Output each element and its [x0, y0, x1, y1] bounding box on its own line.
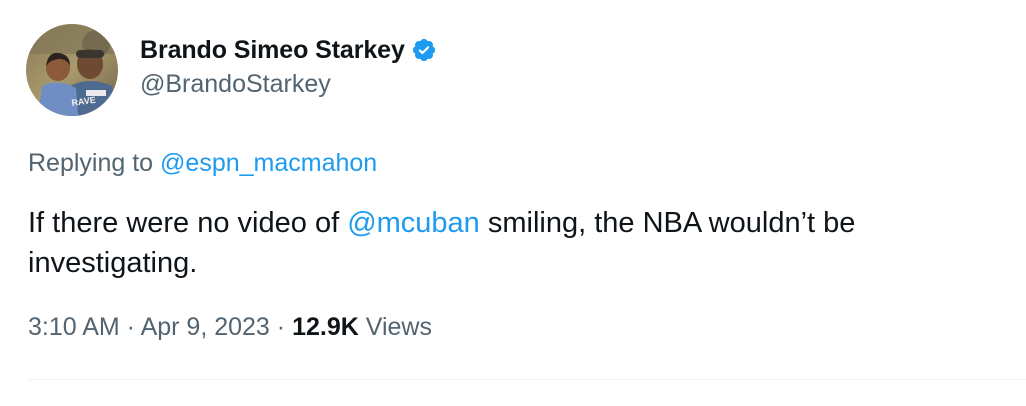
- tweet-meta: 3:10 AM · Apr 9, 2023 · 12.9K Views: [28, 313, 432, 342]
- mention-link[interactable]: @mcuban: [347, 207, 480, 239]
- display-name[interactable]: Brando Simeo Starkey: [140, 36, 405, 65]
- tweet-time-link[interactable]: 3:10 AM: [28, 313, 120, 341]
- author-names: Brando Simeo Starkey @BrandoStarkey: [140, 34, 437, 99]
- tweet-card: RAVE Brando Simeo Starkey @BrandoStarkey…: [0, 0, 1026, 406]
- replying-to-line: Replying to @espn_macmahon: [28, 149, 377, 178]
- display-name-row: Brando Simeo Starkey: [140, 34, 437, 66]
- tweet-text: If there were no video of @mcuban smilin…: [28, 203, 998, 283]
- views-count: 12.9K: [292, 313, 359, 341]
- avatar[interactable]: RAVE: [26, 24, 118, 116]
- divider: [28, 379, 1026, 380]
- meta-separator: ·: [269, 313, 293, 341]
- tweet-header: RAVE Brando Simeo Starkey @BrandoStarkey: [26, 24, 437, 118]
- replying-to-label: Replying to: [28, 149, 161, 177]
- avatar-image: RAVE: [26, 24, 118, 116]
- replying-to-mention-link[interactable]: @espn_macmahon: [160, 149, 377, 177]
- verified-badge-icon[interactable]: [411, 37, 437, 63]
- views-label: Views: [358, 313, 432, 341]
- tweet-text-part-1: If there were no video of: [28, 207, 348, 239]
- author-handle[interactable]: @BrandoStarkey: [140, 70, 437, 99]
- tweet-date-link[interactable]: Apr 9, 2023: [141, 313, 270, 341]
- meta-separator: ·: [119, 313, 141, 341]
